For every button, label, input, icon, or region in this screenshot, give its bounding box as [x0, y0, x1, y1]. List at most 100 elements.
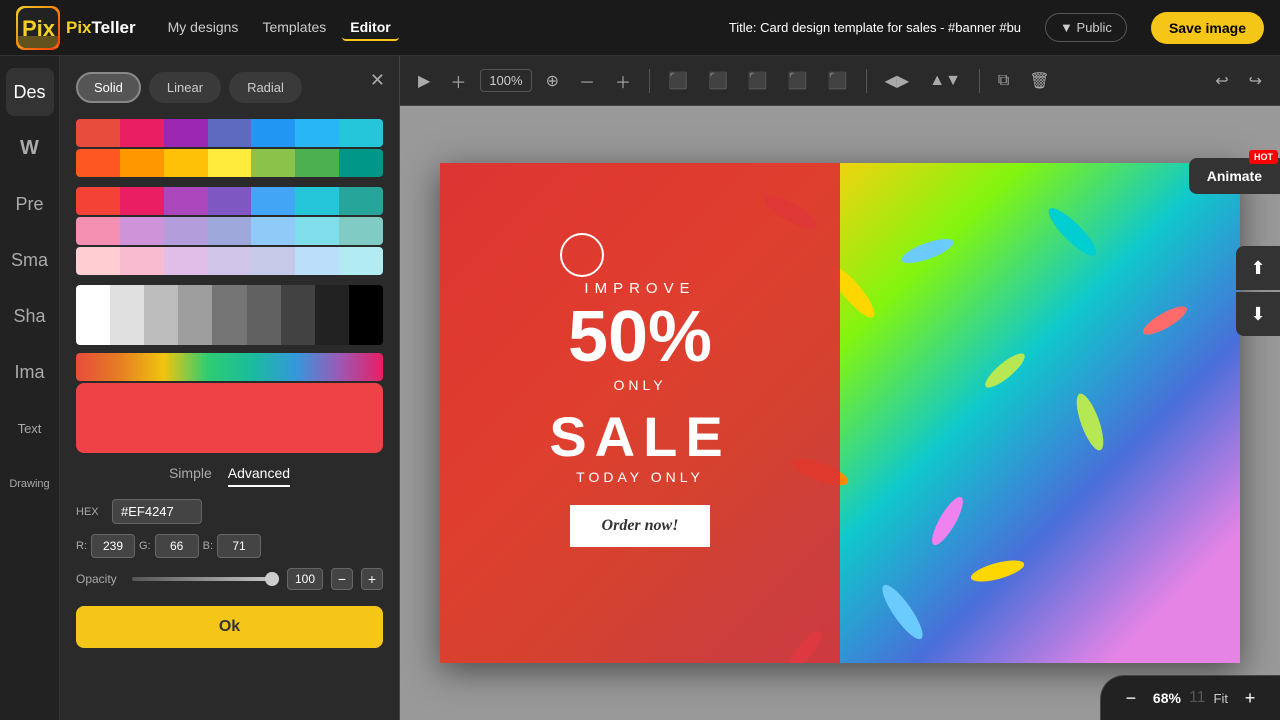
- logo[interactable]: Pix PixTeller: [16, 6, 136, 50]
- simple-tab[interactable]: Simple: [169, 465, 212, 487]
- flip-v[interactable]: ▲▼: [923, 68, 967, 94]
- swatch[interactable]: [76, 149, 120, 177]
- swatch[interactable]: [164, 187, 208, 215]
- gray-swatch-3[interactable]: [178, 285, 212, 345]
- sidebar-item-drawing[interactable]: Drawing: [6, 460, 54, 508]
- gray-swatch-black[interactable]: [349, 285, 383, 345]
- swatch[interactable]: [208, 187, 252, 215]
- sidebar-item-shapes[interactable]: Sha: [6, 292, 54, 340]
- delete[interactable]: 🗑: [1023, 67, 1055, 95]
- hex-input[interactable]: [112, 499, 202, 524]
- align-right[interactable]: ⬛: [742, 67, 774, 95]
- redo-button[interactable]: ↪: [1243, 67, 1268, 95]
- swatch[interactable]: [295, 217, 339, 245]
- gray-swatch-white[interactable]: [76, 285, 110, 345]
- swatch[interactable]: [339, 119, 383, 147]
- swatch[interactable]: [339, 187, 383, 215]
- g-input[interactable]: [155, 534, 199, 558]
- swatch[interactable]: [120, 119, 164, 147]
- advanced-tab[interactable]: Advanced: [228, 465, 290, 487]
- opacity-value[interactable]: [287, 568, 323, 590]
- solid-tab[interactable]: Solid: [76, 72, 141, 103]
- zoom-out-button[interactable]: −: [1117, 684, 1145, 712]
- radial-tab[interactable]: Radial: [229, 72, 302, 103]
- swatch[interactable]: [339, 149, 383, 177]
- canvas-area: IMPROVE 50% ONLY SALE TODAY ONLY Order n…: [400, 106, 1280, 720]
- gray-swatch-2[interactable]: [144, 285, 178, 345]
- play-button[interactable]: ▶: [412, 67, 436, 95]
- copy-button[interactable]: ⬇: [1236, 292, 1280, 336]
- align-center[interactable]: ⬛: [702, 67, 734, 95]
- export-button[interactable]: ⬆: [1236, 246, 1280, 290]
- swatch[interactable]: [76, 119, 120, 147]
- swatch[interactable]: [295, 247, 339, 275]
- sidebar-item-design[interactable]: Des: [6, 68, 54, 116]
- public-button[interactable]: ▼ Public: [1045, 13, 1127, 42]
- zoom-icon[interactable]: ⊕: [540, 67, 565, 95]
- swatch[interactable]: [295, 187, 339, 215]
- sidebar-item-smart[interactable]: Sma: [6, 236, 54, 284]
- swatch[interactable]: [295, 149, 339, 177]
- sidebar-item-w[interactable]: W: [6, 124, 54, 172]
- main-layout: Des W Pre Sma Sha Ima Text Drawing Solid…: [0, 56, 1280, 720]
- duplicate[interactable]: ⧉: [992, 68, 1015, 94]
- swatch[interactable]: [76, 247, 120, 275]
- flip-h[interactable]: ◀▶: [879, 67, 916, 95]
- minus-zoom[interactable]: －: [573, 65, 601, 97]
- save-image-button[interactable]: Save image: [1151, 12, 1264, 44]
- swatch[interactable]: [76, 187, 120, 215]
- swatch[interactable]: [164, 247, 208, 275]
- opacity-minus-button[interactable]: −: [331, 568, 353, 590]
- gray-swatch-1[interactable]: [110, 285, 144, 345]
- gray-swatch-5[interactable]: [247, 285, 281, 345]
- swatch[interactable]: [164, 217, 208, 245]
- swatch[interactable]: [120, 187, 164, 215]
- swatch[interactable]: [120, 247, 164, 275]
- opacity-slider[interactable]: [132, 577, 279, 581]
- gray-swatch-7[interactable]: [315, 285, 349, 345]
- swatch[interactable]: [76, 217, 120, 245]
- nav-my-designs[interactable]: My designs: [160, 15, 247, 41]
- gray-swatch-6[interactable]: [281, 285, 315, 345]
- swatch[interactable]: [208, 149, 252, 177]
- order-now-button[interactable]: Order now!: [570, 505, 711, 547]
- align-bottom[interactable]: ⬛: [822, 67, 854, 95]
- zoom-in-button[interactable]: +: [1236, 684, 1264, 712]
- linear-tab[interactable]: Linear: [149, 72, 221, 103]
- swatch[interactable]: [208, 119, 252, 147]
- align-left[interactable]: ⬛: [662, 67, 694, 95]
- align-top[interactable]: ⬛: [782, 67, 814, 95]
- swatch[interactable]: [251, 217, 295, 245]
- sidebar-item-presets[interactable]: Pre: [6, 180, 54, 228]
- selection-handle[interactable]: [560, 233, 604, 277]
- swatch[interactable]: [164, 149, 208, 177]
- swatch[interactable]: [339, 247, 383, 275]
- r-input[interactable]: [91, 534, 135, 558]
- swatch[interactable]: [251, 119, 295, 147]
- plus-zoom[interactable]: ＋: [609, 65, 637, 97]
- nav-editor[interactable]: Editor: [342, 15, 398, 41]
- gray-swatch-4[interactable]: [212, 285, 246, 345]
- close-color-panel-button[interactable]: ✕: [370, 70, 385, 91]
- swatch[interactable]: [120, 217, 164, 245]
- swatch[interactable]: [251, 187, 295, 215]
- swatch[interactable]: [164, 119, 208, 147]
- swatch[interactable]: [208, 247, 252, 275]
- undo-button[interactable]: ↩: [1209, 67, 1234, 95]
- add-button[interactable]: ＋: [444, 65, 472, 97]
- opacity-plus-button[interactable]: +: [361, 568, 383, 590]
- sidebar-item-text[interactable]: Text: [6, 404, 54, 452]
- swatch[interactable]: [251, 247, 295, 275]
- swatch[interactable]: [339, 217, 383, 245]
- ok-button[interactable]: Ok: [76, 606, 383, 648]
- swatch[interactable]: [120, 149, 164, 177]
- b-input[interactable]: [217, 534, 261, 558]
- sidebar-item-images[interactable]: Ima: [6, 348, 54, 396]
- swatch[interactable]: [208, 217, 252, 245]
- nav-templates[interactable]: Templates: [254, 15, 334, 41]
- design-canvas[interactable]: IMPROVE 50% ONLY SALE TODAY ONLY Order n…: [440, 163, 1240, 663]
- fit-button[interactable]: Fit: [1214, 691, 1228, 706]
- swatch[interactable]: [251, 149, 295, 177]
- swatch[interactable]: [295, 119, 339, 147]
- gradient-palette[interactable]: [76, 353, 383, 381]
